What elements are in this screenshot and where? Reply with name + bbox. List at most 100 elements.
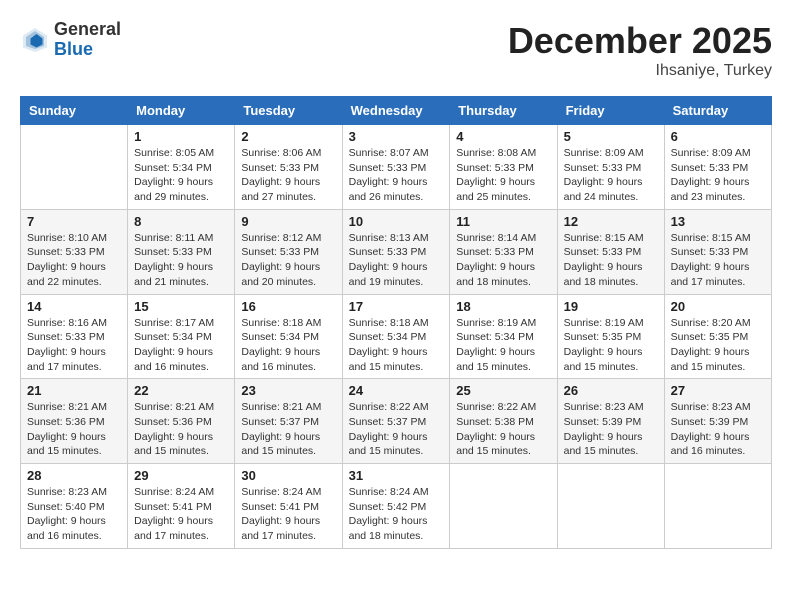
day-cell: 3 Sunrise: 8:07 AM Sunset: 5:33 PM Daylig… [342,125,450,210]
day-info: Sunrise: 8:07 AM Sunset: 5:33 PM Dayligh… [349,146,444,205]
day-cell [664,464,771,549]
col-monday: Monday [128,97,235,125]
day-number: 4 [456,129,550,144]
day-info: Sunrise: 8:24 AM Sunset: 5:41 PM Dayligh… [134,485,228,544]
day-number: 20 [671,299,765,314]
col-saturday: Saturday [664,97,771,125]
day-cell: 23 Sunrise: 8:21 AM Sunset: 5:37 PM Dayli… [235,379,342,464]
day-cell: 5Sunrise: 8:09 AM Sunset: 5:33 PM Daylig… [557,125,664,210]
day-info: Sunrise: 8:20 AM Sunset: 5:35 PM Dayligh… [671,316,765,375]
day-number: 31 [349,468,444,483]
day-cell: 15 Sunrise: 8:17 AM Sunset: 5:34 PM Dayli… [128,294,235,379]
day-info: Sunrise: 8:13 AM Sunset: 5:33 PM Dayligh… [349,231,444,290]
day-number: 30 [241,468,335,483]
day-number: 13 [671,214,765,229]
day-info: Sunrise: 8:15 AM Sunset: 5:33 PM Dayligh… [671,231,765,290]
logo: General Blue [20,20,121,60]
day-cell: 9Sunrise: 8:12 AM Sunset: 5:33 PM Daylig… [235,209,342,294]
day-number: 7 [27,214,121,229]
day-info: Sunrise: 8:14 AM Sunset: 5:33 PM Dayligh… [456,231,550,290]
day-cell: 2Sunrise: 8:06 AM Sunset: 5:33 PM Daylig… [235,125,342,210]
day-number: 23 [241,383,335,398]
page-header: General Blue December 2025 Ihsaniye, Tur… [20,20,772,80]
day-info: Sunrise: 8:11 AM Sunset: 5:33 PM Dayligh… [134,231,228,290]
day-number: 2 [241,129,335,144]
day-info: Sunrise: 8:17 AM Sunset: 5:34 PM Dayligh… [134,316,228,375]
day-number: 10 [349,214,444,229]
day-cell: 19 Sunrise: 8:19 AM Sunset: 5:35 PM Dayli… [557,294,664,379]
day-number: 26 [564,383,658,398]
week-row-2: 7 Sunrise: 8:10 AM Sunset: 5:33 PM Daylig… [21,209,772,294]
day-cell [21,125,128,210]
day-cell: 11Sunrise: 8:14 AM Sunset: 5:33 PM Dayli… [450,209,557,294]
day-info: Sunrise: 8:23 AM Sunset: 5:40 PM Dayligh… [27,485,121,544]
week-row-4: 21 Sunrise: 8:21 AM Sunset: 5:36 PM Dayli… [21,379,772,464]
week-row-5: 28 Sunrise: 8:23 AM Sunset: 5:40 PM Dayli… [21,464,772,549]
day-number: 6 [671,129,765,144]
day-number: 19 [564,299,658,314]
col-friday: Friday [557,97,664,125]
day-info: Sunrise: 8:09 AM Sunset: 5:33 PM Dayligh… [671,146,765,205]
day-number: 12 [564,214,658,229]
day-cell: 8 Sunrise: 8:11 AM Sunset: 5:33 PM Daylig… [128,209,235,294]
day-number: 15 [134,299,228,314]
day-number: 21 [27,383,121,398]
day-number: 17 [349,299,444,314]
month-title: December 2025 [508,20,772,62]
day-cell: 28 Sunrise: 8:23 AM Sunset: 5:40 PM Dayli… [21,464,128,549]
day-number: 28 [27,468,121,483]
logo-text: General Blue [54,20,121,60]
logo-general: General [54,19,121,39]
day-info: Sunrise: 8:05 AM Sunset: 5:34 PM Dayligh… [134,146,228,205]
logo-blue: Blue [54,39,93,59]
day-cell: 17 Sunrise: 8:18 AM Sunset: 5:34 PM Dayli… [342,294,450,379]
day-number: 1 [134,129,228,144]
day-cell [450,464,557,549]
day-number: 14 [27,299,121,314]
day-cell: 31 Sunrise: 8:24 AM Sunset: 5:42 PM Dayli… [342,464,450,549]
day-info: Sunrise: 8:09 AM Sunset: 5:33 PM Dayligh… [564,146,658,205]
day-number: 29 [134,468,228,483]
day-info: Sunrise: 8:16 AM Sunset: 5:33 PM Dayligh… [27,316,121,375]
day-info: Sunrise: 8:15 AM Sunset: 5:33 PM Dayligh… [564,231,658,290]
day-cell: 18Sunrise: 8:19 AM Sunset: 5:34 PM Dayli… [450,294,557,379]
day-number: 8 [134,214,228,229]
day-cell: 29 Sunrise: 8:24 AM Sunset: 5:41 PM Dayli… [128,464,235,549]
week-row-3: 14 Sunrise: 8:16 AM Sunset: 5:33 PM Dayli… [21,294,772,379]
day-cell: 4Sunrise: 8:08 AM Sunset: 5:33 PM Daylig… [450,125,557,210]
day-cell: 25 Sunrise: 8:22 AM Sunset: 5:38 PM Dayli… [450,379,557,464]
day-cell: 24Sunrise: 8:22 AM Sunset: 5:37 PM Dayli… [342,379,450,464]
day-info: Sunrise: 8:12 AM Sunset: 5:33 PM Dayligh… [241,231,335,290]
day-info: Sunrise: 8:22 AM Sunset: 5:37 PM Dayligh… [349,400,444,459]
day-cell: 20 Sunrise: 8:20 AM Sunset: 5:35 PM Dayli… [664,294,771,379]
day-info: Sunrise: 8:21 AM Sunset: 5:37 PM Dayligh… [241,400,335,459]
day-cell: 1 Sunrise: 8:05 AM Sunset: 5:34 PM Daylig… [128,125,235,210]
day-cell [557,464,664,549]
day-info: Sunrise: 8:22 AM Sunset: 5:38 PM Dayligh… [456,400,550,459]
day-info: Sunrise: 8:19 AM Sunset: 5:35 PM Dayligh… [564,316,658,375]
day-number: 3 [349,129,444,144]
day-cell: 6 Sunrise: 8:09 AM Sunset: 5:33 PM Daylig… [664,125,771,210]
day-cell: 26 Sunrise: 8:23 AM Sunset: 5:39 PM Dayli… [557,379,664,464]
col-sunday: Sunday [21,97,128,125]
header-row: Sunday Monday Tuesday Wednesday Thursday… [21,97,772,125]
day-info: Sunrise: 8:10 AM Sunset: 5:33 PM Dayligh… [27,231,121,290]
day-info: Sunrise: 8:18 AM Sunset: 5:34 PM Dayligh… [241,316,335,375]
day-info: Sunrise: 8:24 AM Sunset: 5:42 PM Dayligh… [349,485,444,544]
col-thursday: Thursday [450,97,557,125]
day-number: 25 [456,383,550,398]
day-number: 27 [671,383,765,398]
day-cell: 13 Sunrise: 8:15 AM Sunset: 5:33 PM Dayli… [664,209,771,294]
col-wednesday: Wednesday [342,97,450,125]
calendar-body: 1 Sunrise: 8:05 AM Sunset: 5:34 PM Daylig… [21,125,772,549]
week-row-1: 1 Sunrise: 8:05 AM Sunset: 5:34 PM Daylig… [21,125,772,210]
day-info: Sunrise: 8:23 AM Sunset: 5:39 PM Dayligh… [671,400,765,459]
day-info: Sunrise: 8:21 AM Sunset: 5:36 PM Dayligh… [27,400,121,459]
day-number: 22 [134,383,228,398]
day-info: Sunrise: 8:18 AM Sunset: 5:34 PM Dayligh… [349,316,444,375]
calendar-table: Sunday Monday Tuesday Wednesday Thursday… [20,96,772,549]
day-cell: 27 Sunrise: 8:23 AM Sunset: 5:39 PM Dayli… [664,379,771,464]
day-info: Sunrise: 8:24 AM Sunset: 5:41 PM Dayligh… [241,485,335,544]
day-cell: 30 Sunrise: 8:24 AM Sunset: 5:41 PM Dayli… [235,464,342,549]
day-info: Sunrise: 8:23 AM Sunset: 5:39 PM Dayligh… [564,400,658,459]
